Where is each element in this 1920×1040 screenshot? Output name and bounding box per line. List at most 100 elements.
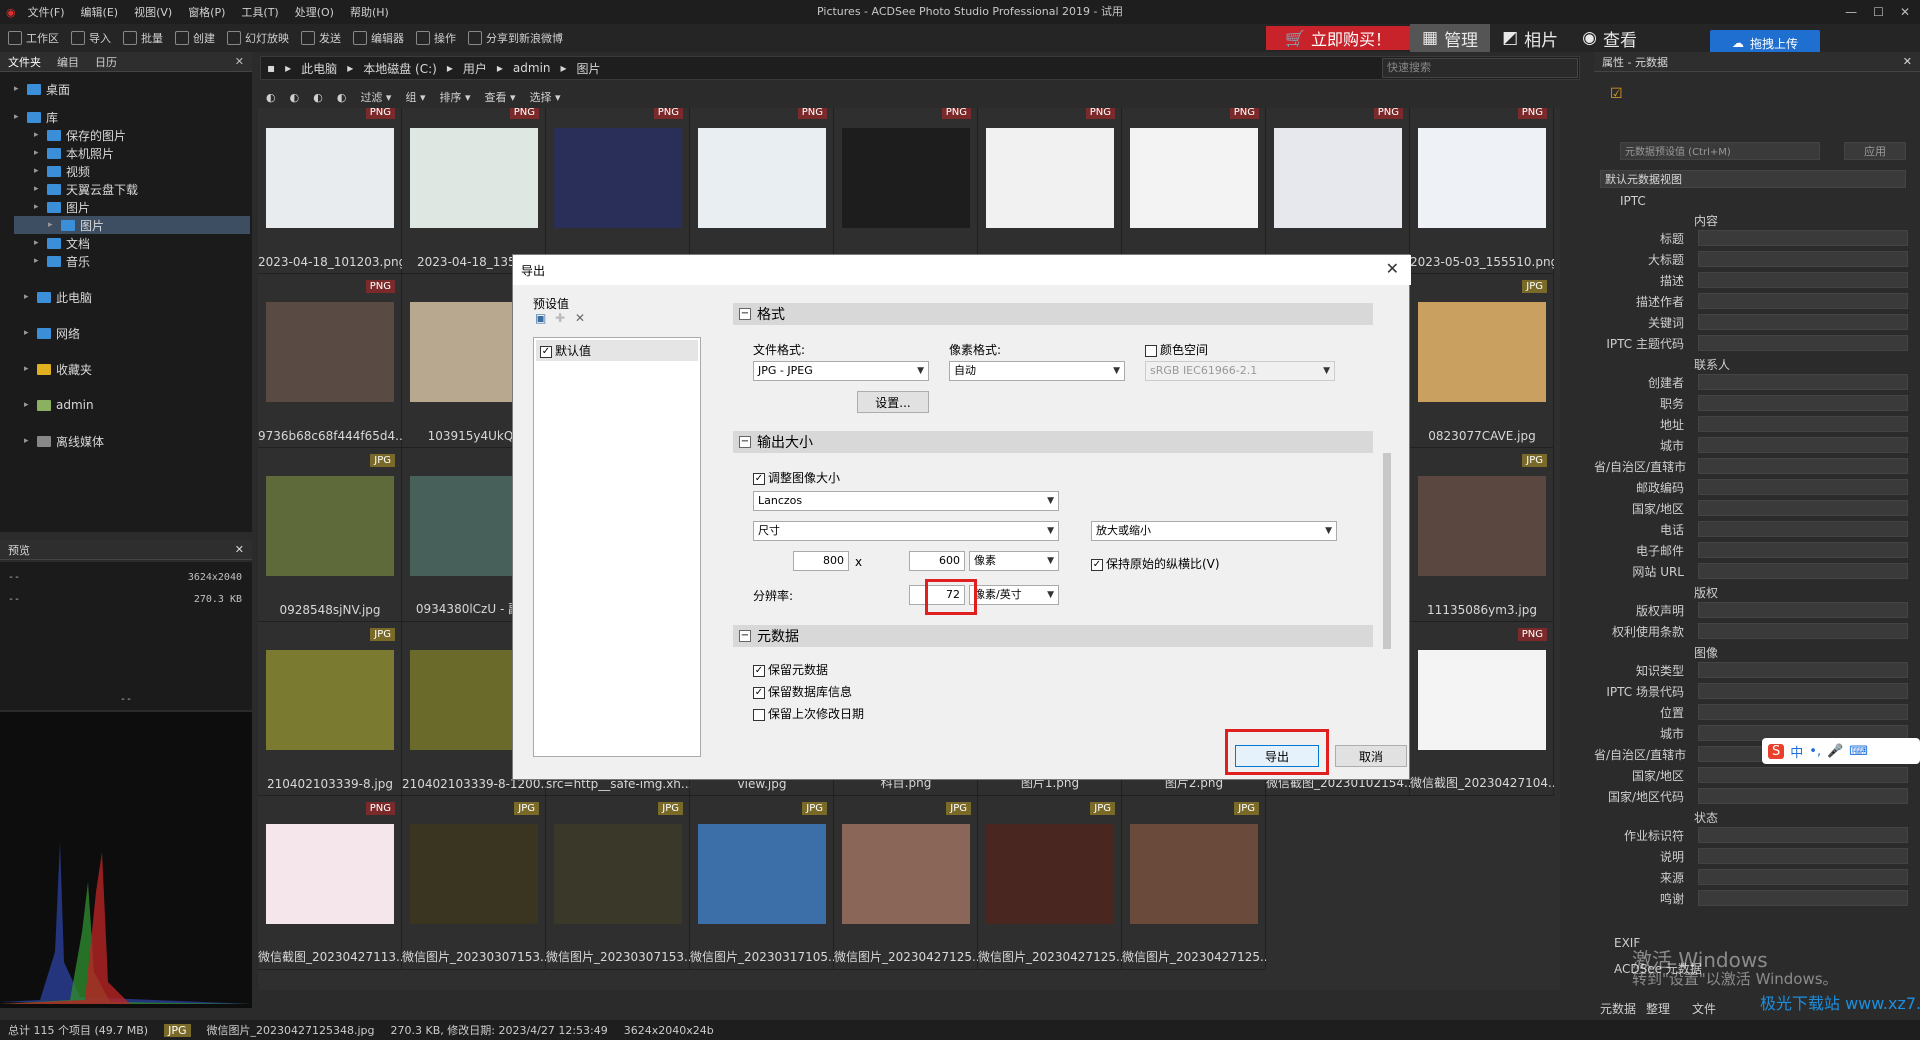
metadata-field-input[interactable]: [1698, 230, 1908, 246]
filter-menu[interactable]: 过滤 ▾: [360, 89, 391, 105]
tree-item[interactable]: ▸ 天翼云盘下载: [34, 180, 138, 198]
settings-button[interactable]: 设置...: [857, 391, 929, 413]
color-space-select[interactable]: sRGB IEC61966-2.1 ▼: [1145, 361, 1335, 381]
right-bottom-tab[interactable]: 文件: [1692, 1000, 1716, 1017]
minimize-icon[interactable]: —: [1845, 5, 1857, 19]
expand-icon[interactable]: ▸: [24, 436, 32, 446]
metadata-field-input[interactable]: [1698, 827, 1908, 843]
toolbar-button[interactable]: 创建: [175, 30, 215, 46]
thumbnail[interactable]: JPG 微信图片_20230307153...: [546, 796, 690, 970]
toolbar-button[interactable]: 幻灯放映: [227, 30, 289, 46]
thumbnail[interactable]: PNG: [690, 108, 834, 274]
metadata-field-input[interactable]: [1698, 335, 1908, 351]
home-icon[interactable]: ◐: [266, 91, 276, 104]
metadata-field-input[interactable]: [1698, 293, 1908, 309]
metadata-preset-select[interactable]: 元数据预设值 (Ctrl+M): [1620, 142, 1820, 160]
menu-item[interactable]: 帮助(H): [342, 4, 397, 20]
breadcrumb-item[interactable]: 用户: [463, 60, 487, 77]
toolbar-button[interactable]: 导入: [71, 30, 111, 46]
tab-photos[interactable]: ◩ 相片: [1490, 24, 1570, 52]
metadata-field-input[interactable]: [1698, 890, 1908, 906]
metadata-field-input[interactable]: [1698, 602, 1908, 618]
close-icon[interactable]: ✕: [1903, 55, 1912, 68]
thumbnail[interactable]: JPG 微信图片_20230317105...: [690, 796, 834, 970]
metadata-field-input[interactable]: [1698, 683, 1908, 699]
metadata-field-input[interactable]: [1698, 251, 1908, 267]
metadata-field-input[interactable]: [1698, 479, 1908, 495]
menu-item[interactable]: 窗格(P): [180, 4, 233, 20]
thumbnail[interactable]: PNG: [978, 108, 1122, 274]
buy-now-button[interactable]: 🛒 立即购买！: [1266, 26, 1410, 50]
scale-select[interactable]: 放大或缩小 ▼: [1091, 521, 1337, 541]
expand-icon[interactable]: ▸: [34, 148, 42, 158]
preset-default-item[interactable]: ✓ 默认值: [536, 340, 698, 361]
keep-metadata-checkbox[interactable]: ✓ 保留元数据: [753, 661, 828, 678]
expand-icon[interactable]: ▸: [24, 328, 32, 338]
toolbar-button[interactable]: 分享到新浪微博: [468, 30, 563, 46]
keep-modified-checkbox[interactable]: 保留上次修改日期: [753, 705, 864, 722]
filter-menu[interactable]: 选择 ▾: [530, 89, 561, 105]
thumbnail[interactable]: PNG: [834, 108, 978, 274]
thumbnail[interactable]: PNG 微信截图_20230427113...: [258, 796, 402, 970]
metadata-field-input[interactable]: [1698, 521, 1908, 537]
tree-item[interactable]: ▸ 本机照片: [34, 144, 114, 162]
size-mode-select[interactable]: 尺寸 ▼: [753, 521, 1059, 541]
apply-button[interactable]: 应用: [1844, 142, 1906, 160]
maximize-icon[interactable]: ☐: [1873, 5, 1884, 19]
menu-item[interactable]: 工具(T): [233, 4, 286, 20]
metadata-field-input[interactable]: [1698, 416, 1908, 432]
metadata-field-input[interactable]: [1698, 437, 1908, 453]
quick-search-input[interactable]: 快速搜索: [1382, 58, 1578, 78]
metadata-field-input[interactable]: [1698, 704, 1908, 720]
delete-icon[interactable]: ✕: [575, 311, 585, 325]
section-metadata[interactable]: − 元数据: [733, 625, 1373, 647]
iptc-group-header[interactable]: IPTC: [1620, 194, 1646, 208]
metadata-field-input[interactable]: [1698, 272, 1908, 288]
up-icon[interactable]: ◐: [337, 91, 347, 104]
metadata-field-input[interactable]: [1698, 563, 1908, 579]
breadcrumb-item[interactable]: 图片: [577, 60, 601, 77]
thumbnail[interactable]: PNG 2023-05-03_155510.png: [1410, 108, 1554, 274]
save-icon[interactable]: ▣: [535, 311, 546, 325]
breadcrumb-item[interactable]: 本地磁盘 (C:): [363, 60, 437, 77]
breadcrumb-arrow-icon[interactable]: ▸: [561, 61, 567, 75]
metadata-field-input[interactable]: [1698, 848, 1908, 864]
thumbnail[interactable]: JPG 微信图片_20230427125...: [834, 796, 978, 970]
size-unit-select[interactable]: 像素 ▼: [969, 551, 1059, 571]
metadata-field-input[interactable]: [1698, 869, 1908, 885]
thumbnail[interactable]: JPG 11135086ym3.jpg: [1410, 448, 1554, 622]
toolbar-button[interactable]: 批量: [123, 30, 163, 46]
expand-icon[interactable]: ▸: [24, 364, 32, 374]
right-bottom-tab[interactable]: 元数据: [1600, 1000, 1636, 1017]
menu-item[interactable]: 视图(V): [126, 4, 180, 20]
collapse-icon[interactable]: −: [739, 630, 751, 642]
filter-menu[interactable]: 组 ▾: [405, 89, 425, 105]
section-output-size[interactable]: − 输出大小: [733, 431, 1373, 453]
metadata-field-input[interactable]: [1698, 458, 1908, 474]
close-icon[interactable]: ✕: [1900, 5, 1910, 19]
tree-item[interactable]: ▸ 离线媒体: [24, 432, 104, 450]
tree-item[interactable]: ▸ 图片: [34, 198, 90, 216]
expand-icon[interactable]: ▸: [14, 112, 22, 122]
tab-calendar[interactable]: 日历: [87, 54, 125, 70]
cancel-button[interactable]: 取消: [1335, 745, 1407, 767]
close-icon[interactable]: ✕: [235, 55, 252, 68]
add-icon[interactable]: ✚: [555, 311, 565, 325]
expand-icon[interactable]: ▸: [48, 220, 56, 230]
expand-icon[interactable]: ▸: [34, 202, 42, 212]
tab-folders[interactable]: 文件夹: [0, 54, 49, 70]
metadata-field-input[interactable]: [1698, 374, 1908, 390]
width-input[interactable]: 800: [793, 551, 849, 571]
thumbnail[interactable]: JPG 微信图片_20230427125...: [1122, 796, 1266, 970]
tab-catalog[interactable]: 编目: [49, 54, 87, 70]
collapse-icon[interactable]: −: [739, 308, 751, 320]
thumbnail[interactable]: JPG 0823077CAVE.jpg: [1410, 274, 1554, 448]
height-input[interactable]: 600: [909, 551, 965, 571]
tree-item[interactable]: ▸ 库: [14, 108, 58, 126]
forward-icon[interactable]: ◐: [313, 91, 323, 104]
tab-view[interactable]: ◉ 查看: [1570, 24, 1649, 52]
breadcrumb-arrow-icon[interactable]: ▸: [347, 61, 353, 75]
menu-item[interactable]: 编辑(E): [73, 4, 127, 20]
section-format[interactable]: − 格式: [733, 303, 1373, 325]
toolbar-button[interactable]: 操作: [416, 30, 456, 46]
